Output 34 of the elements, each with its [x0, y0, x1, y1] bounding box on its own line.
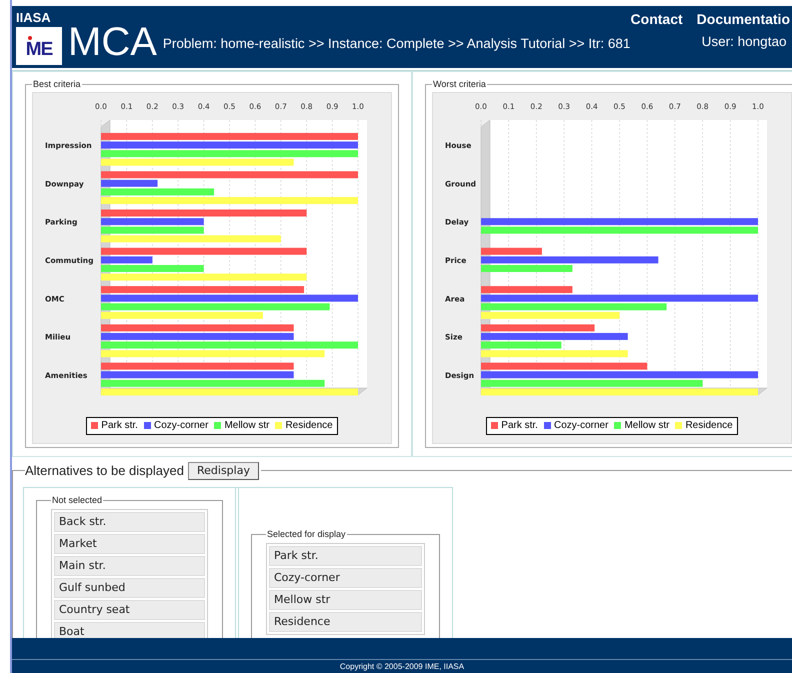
- legend-label: Residence: [285, 418, 333, 432]
- breadcrumb: Problem: home-realistic >> Instance: Complete >> Analysis Tutorial >> Itr: 681: [162, 35, 630, 53]
- redisplay-button[interactable]: Redisplay: [188, 462, 259, 480]
- list-item[interactable]: Residence: [269, 612, 422, 632]
- list-box[interactable]: Park str. Cozy-corner Mellow str Residence: [266, 543, 425, 635]
- legend-label: Park str.: [501, 418, 538, 432]
- contact-link[interactable]: Contact: [630, 9, 683, 30]
- group-title: Selected for display: [266, 528, 347, 541]
- legend-label: Mellow str: [624, 418, 670, 432]
- app-title: MCA: [68, 22, 157, 62]
- group-title: Not selected: [51, 494, 104, 506]
- logo: ME: [16, 27, 62, 65]
- list-box[interactable]: Back str. Market Main str. Gulf sunbed Country seat Boat: [51, 509, 208, 638]
- legend-label: Residence: [685, 418, 733, 432]
- list-item[interactable]: Mellow str: [269, 590, 422, 610]
- legend-label: Mellow str: [224, 418, 270, 432]
- legend-label: Cozy-corner: [154, 418, 208, 432]
- list-item[interactable]: Market: [54, 534, 205, 554]
- group-title: Best criteria: [32, 78, 82, 91]
- group-title: Alternatives to be displayed: [25, 462, 184, 480]
- documentation-link[interactable]: Documentatio: [696, 9, 790, 30]
- list-item[interactable]: Gulf sunbed: [54, 578, 205, 598]
- list-item[interactable]: Back str.: [54, 512, 205, 532]
- list-item[interactable]: Park str.: [269, 546, 422, 566]
- list-item[interactable]: Boat: [54, 622, 205, 638]
- legend-label: Cozy-corner: [554, 418, 608, 432]
- legend-label: Park str.: [101, 418, 138, 432]
- user-label: User: hongtao: [702, 33, 786, 51]
- group-title: Worst criteria: [432, 78, 487, 91]
- list-item[interactable]: Main str.: [54, 556, 205, 576]
- copyright-text: Copyright © 2005-2009 IME, IIASA: [340, 660, 464, 672]
- list-item[interactable]: Cozy-corner: [269, 568, 422, 588]
- org-name: IIASA: [16, 10, 52, 25]
- list-item[interactable]: Country seat: [54, 600, 205, 620]
